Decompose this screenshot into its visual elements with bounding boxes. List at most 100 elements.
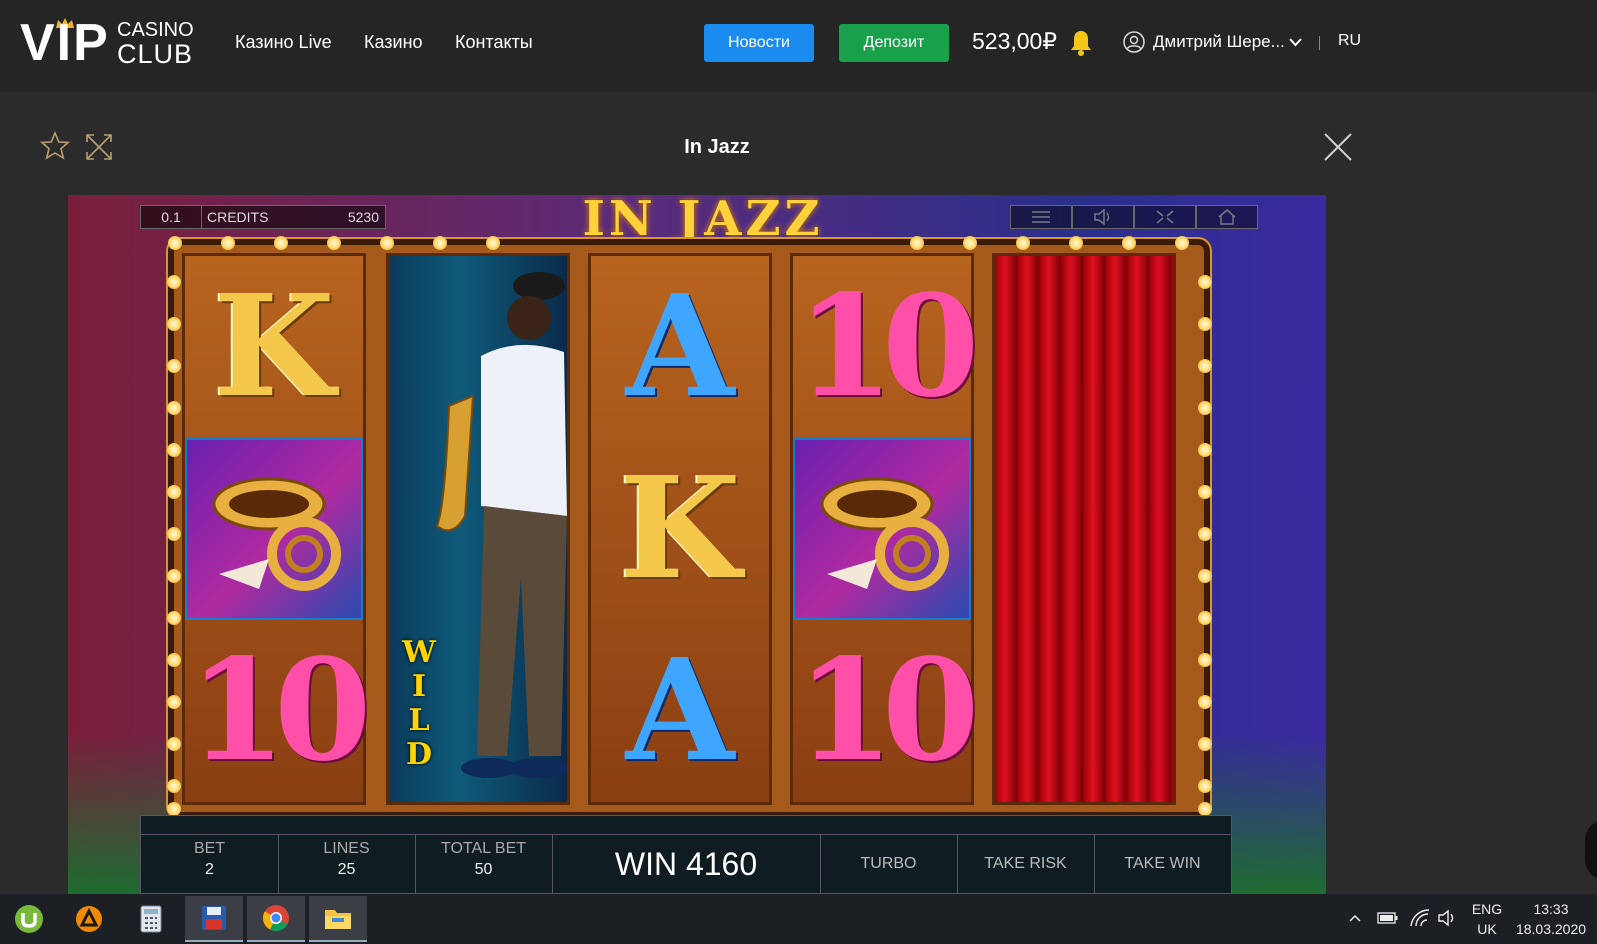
- bet-value: 2: [205, 861, 214, 878]
- slot-game-canvas[interactable]: 0.1 CREDITS 5230 IN JAZZ K 10 W I L D A …: [68, 195, 1326, 894]
- credits-label: CREDITS: [207, 209, 269, 225]
- marquee-bulb: [433, 236, 447, 250]
- marquee-bulb: [1122, 236, 1136, 250]
- nav-contacts[interactable]: Контакты: [455, 32, 533, 53]
- reel-5-curtain: [992, 253, 1176, 805]
- avast-taskbar-button[interactable]: [60, 896, 118, 942]
- lines-value: 25: [337, 861, 356, 878]
- symbol-k: K: [619, 447, 741, 611]
- marquee-bulb: [963, 236, 977, 250]
- logo-vip-text: VIP: [20, 14, 110, 72]
- symbol-k: K: [213, 265, 335, 429]
- denomination-value[interactable]: 0.1: [151, 209, 191, 225]
- slot-fullscreen-button[interactable]: [1134, 205, 1196, 229]
- explorer-taskbar-button[interactable]: [309, 896, 367, 942]
- lines-control[interactable]: LINES 25: [278, 835, 416, 894]
- marquee-bulb: [1069, 236, 1083, 250]
- marquee-bulb: [1175, 236, 1189, 250]
- save-app-taskbar-button[interactable]: [185, 896, 243, 942]
- french-horn-icon: [212, 477, 341, 591]
- close-icon[interactable]: [1323, 132, 1353, 162]
- total-bet-value: 50: [474, 861, 493, 878]
- marquee-bulb: [168, 236, 182, 250]
- menu-button[interactable]: [1010, 205, 1072, 229]
- marquee-bulb: [327, 236, 341, 250]
- marquee-bulb: [1198, 485, 1212, 499]
- marquee-bulb: [1198, 611, 1212, 625]
- chevron-down-icon[interactable]: [1289, 37, 1302, 47]
- credits-value: 5230: [347, 209, 379, 225]
- clock-date: 18.03.2020: [1515, 921, 1587, 937]
- vip-casino-club-logo[interactable]: VIP CASINO CLUB: [20, 14, 194, 72]
- total-bet-display: TOTAL BET 50: [415, 835, 553, 894]
- deposit-button[interactable]: Депозит: [839, 24, 949, 62]
- calculator-icon: [140, 905, 162, 933]
- volume-icon[interactable]: [1437, 908, 1457, 928]
- marquee-bulb: [274, 236, 288, 250]
- marquee-bulb: [167, 401, 181, 415]
- fullscreen-icon[interactable]: [85, 133, 113, 161]
- sound-button[interactable]: [1072, 205, 1134, 229]
- chrome-taskbar-button[interactable]: [247, 896, 305, 942]
- take-risk-button[interactable]: TAKE RISK: [957, 835, 1095, 894]
- user-icon[interactable]: [1123, 31, 1145, 53]
- chrome-icon: [262, 905, 289, 931]
- take-win-button[interactable]: TAKE WIN: [1094, 835, 1231, 894]
- win-display: WIN 4160: [552, 835, 821, 894]
- reels-frame: K 10 WIL D A K A 10 10: [174, 245, 1204, 812]
- header-divider: [1319, 36, 1320, 50]
- marquee-bulb: [1198, 569, 1212, 583]
- wifi-icon[interactable]: [1409, 908, 1431, 928]
- marquee-bulb: [167, 527, 181, 541]
- utorrent-taskbar-button[interactable]: [0, 896, 58, 942]
- expand-icon: [1156, 210, 1174, 224]
- input-language[interactable]: ENG UK: [1467, 899, 1507, 939]
- battery-icon[interactable]: [1377, 911, 1399, 925]
- credits-display: 0.1 CREDITS 5230: [140, 205, 386, 229]
- lines-label: LINES: [323, 840, 370, 857]
- bet-control[interactable]: BET 2: [141, 835, 279, 894]
- star-icon[interactable]: [40, 131, 70, 161]
- language-selector[interactable]: RU: [1338, 32, 1361, 50]
- logo-casino-text: CASINO: [117, 19, 194, 41]
- balance-amount: 523,00₽: [972, 28, 1057, 54]
- symbol-a: A: [625, 265, 735, 429]
- marquee-bulb: [1198, 359, 1212, 373]
- control-panel: BET 2 LINES 25 TOTAL BET 50 WIN 4160 TUR…: [140, 815, 1232, 894]
- marquee-bulb: [1198, 653, 1212, 667]
- marquee-bulb: [1198, 737, 1212, 751]
- home-icon: [1218, 209, 1236, 225]
- take-risk-label: TAKE RISK: [984, 855, 1067, 872]
- marquee-bulb: [1198, 317, 1212, 331]
- marquee-bulb: [1198, 443, 1212, 457]
- show-hidden-icons-icon[interactable]: [1349, 914, 1361, 922]
- top-header: VIP CASINO CLUB Казино Live Казино Конта…: [0, 0, 1597, 92]
- game-title: In Jazz: [684, 136, 750, 158]
- marquee-bulb: [167, 317, 181, 331]
- bell-icon[interactable]: [1069, 29, 1093, 57]
- marquee-bulb: [167, 443, 181, 457]
- nav-casino-live[interactable]: Казино Live: [235, 32, 332, 53]
- reel-3: A K A: [588, 253, 772, 805]
- nav-casino[interactable]: Казино: [364, 32, 423, 53]
- news-button[interactable]: Новости: [704, 24, 814, 62]
- reel-2-wild: WILD: [386, 253, 570, 805]
- input-language-code: ENG: [1471, 901, 1503, 917]
- marquee-bulb: [167, 485, 181, 499]
- marquee-bulb: [1198, 401, 1212, 415]
- reel-1: K 10: [182, 253, 371, 805]
- marquee-bulb: [486, 236, 500, 250]
- turbo-button[interactable]: TURBO: [820, 835, 958, 894]
- utorrent-icon: [15, 905, 43, 933]
- marquee-bulb: [1198, 695, 1212, 709]
- marquee-bulb: [167, 779, 181, 793]
- marquee-bulb: [221, 236, 235, 250]
- windows-taskbar: ENG UK 13:33 18.03.2020: [0, 894, 1597, 944]
- home-button[interactable]: [1196, 205, 1258, 229]
- system-clock[interactable]: 13:33 18.03.2020: [1508, 899, 1594, 939]
- calculator-taskbar-button[interactable]: [122, 896, 180, 942]
- marquee-bulb: [167, 737, 181, 751]
- marquee-bulb: [167, 275, 181, 289]
- marquee-bulb: [380, 236, 394, 250]
- user-name[interactable]: Дмитрий Шере...: [1153, 32, 1285, 52]
